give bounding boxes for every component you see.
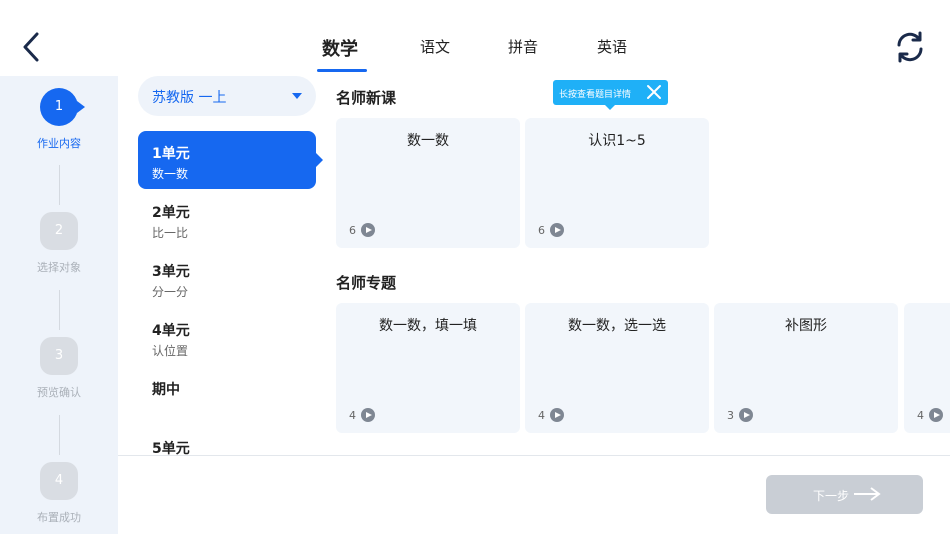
- video-count-value: 3: [727, 408, 734, 422]
- video-count-value: 6: [538, 223, 545, 237]
- play-icon: [929, 408, 943, 422]
- step-connector: [59, 290, 60, 330]
- step-label: 选择对象: [37, 261, 81, 274]
- progress-stepper: 1 作业内容 2 选择对象 3 预览确认 4 布置成功: [0, 76, 118, 534]
- video-count-value: 4: [349, 408, 356, 422]
- play-icon: [550, 408, 564, 422]
- tab-pinyin[interactable]: 拼音: [508, 36, 538, 57]
- step-1: 1 作业内容: [0, 88, 118, 151]
- tab-english[interactable]: 英语: [597, 36, 627, 57]
- step-4: 4 布置成功: [0, 462, 118, 525]
- step-label: 作业内容: [37, 137, 81, 150]
- tab-chinese[interactable]: 语文: [420, 36, 450, 57]
- lesson-card[interactable]: 认识1~5 6: [525, 118, 709, 248]
- subject-tabs: 数学 语文 拼音 英语: [0, 0, 950, 76]
- card-title: 数一数: [407, 133, 449, 149]
- tooltip-arrow: [605, 105, 615, 110]
- video-count-value: 6: [349, 223, 356, 237]
- step-connector: [59, 165, 60, 205]
- step-connector: [59, 415, 60, 455]
- card-title: 补图形: [785, 318, 827, 334]
- play-icon: [361, 408, 375, 422]
- video-count-value: 4: [917, 408, 924, 422]
- unit-item-1[interactable]: 1单元 数一数: [138, 131, 323, 189]
- video-count: 4: [538, 408, 564, 422]
- caret-down-icon: [292, 93, 302, 99]
- next-step-label: 下一步: [813, 489, 850, 503]
- unit-subtitle: 数一数: [152, 167, 189, 181]
- play-icon: [550, 223, 564, 237]
- topic-card[interactable]: 4: [904, 303, 950, 433]
- unit-subtitle: 认位置: [152, 344, 189, 358]
- tab-math[interactable]: 数学: [322, 35, 358, 61]
- step-label: 预览确认: [37, 386, 81, 399]
- step-number: 1: [40, 88, 85, 126]
- unit-item-4[interactable]: 4单元 认位置: [138, 308, 316, 366]
- active-tab-indicator: [317, 69, 367, 72]
- section-title-new-lessons: 名师新课: [336, 89, 397, 107]
- unit-title: 期中: [152, 382, 180, 398]
- lesson-card[interactable]: 数一数 6: [336, 118, 520, 248]
- bottom-divider: [118, 455, 950, 456]
- topic-card[interactable]: 补图形 3: [714, 303, 898, 433]
- unit-title: 4单元: [152, 323, 190, 339]
- section-title-topics: 名师专题: [336, 274, 397, 292]
- video-count: 4: [349, 408, 375, 422]
- step-3: 3 预览确认: [0, 337, 118, 400]
- refresh-icon: [897, 31, 923, 63]
- tooltip-text: 长按查看题目详情: [559, 90, 632, 100]
- card-title: 数一数，填一填: [379, 318, 477, 334]
- unit-item-3[interactable]: 3单元 分一分: [138, 249, 316, 307]
- step-number: 3: [40, 337, 78, 375]
- unit-title: 1单元: [152, 146, 190, 162]
- unit-subtitle: 分一分: [152, 285, 189, 299]
- unit-subtitle: 比一比: [152, 226, 189, 240]
- step-2: 2 选择对象: [0, 212, 118, 275]
- unit-title: 2单元: [152, 205, 190, 221]
- topic-card[interactable]: 数一数，填一填 4: [336, 303, 520, 433]
- step-number: 2: [40, 212, 78, 250]
- card-title: 数一数，选一选: [568, 318, 666, 334]
- play-icon: [739, 408, 753, 422]
- unit-title: 3单元: [152, 264, 190, 280]
- topic-card[interactable]: 数一数，选一选 4: [525, 303, 709, 433]
- tooltip-close-button[interactable]: [646, 84, 662, 100]
- textbook-version-select[interactable]: 苏教版 一上: [138, 76, 316, 116]
- unit-item-2[interactable]: 2单元 比一比: [138, 190, 316, 248]
- version-select-value: 苏教版 一上: [152, 90, 227, 106]
- unit-item-5[interactable]: 5单元: [138, 426, 316, 455]
- next-step-button[interactable]: 下一步: [766, 475, 923, 514]
- unit-title: 5单元: [152, 441, 190, 455]
- play-icon: [361, 223, 375, 237]
- long-press-tooltip: 长按查看题目详情: [553, 80, 668, 110]
- video-count: 3: [727, 408, 753, 422]
- video-count: 6: [538, 223, 564, 237]
- card-title: 认识1~5: [588, 133, 646, 149]
- video-count: 4: [917, 408, 943, 422]
- step-number: 4: [40, 462, 78, 500]
- arrow-right-icon: [854, 487, 881, 501]
- unit-item-midterm[interactable]: 期中: [138, 367, 316, 425]
- step-label: 布置成功: [37, 511, 81, 524]
- close-icon: [647, 85, 661, 99]
- video-count: 6: [349, 223, 375, 237]
- video-count-value: 4: [538, 408, 545, 422]
- refresh-button[interactable]: [893, 30, 927, 64]
